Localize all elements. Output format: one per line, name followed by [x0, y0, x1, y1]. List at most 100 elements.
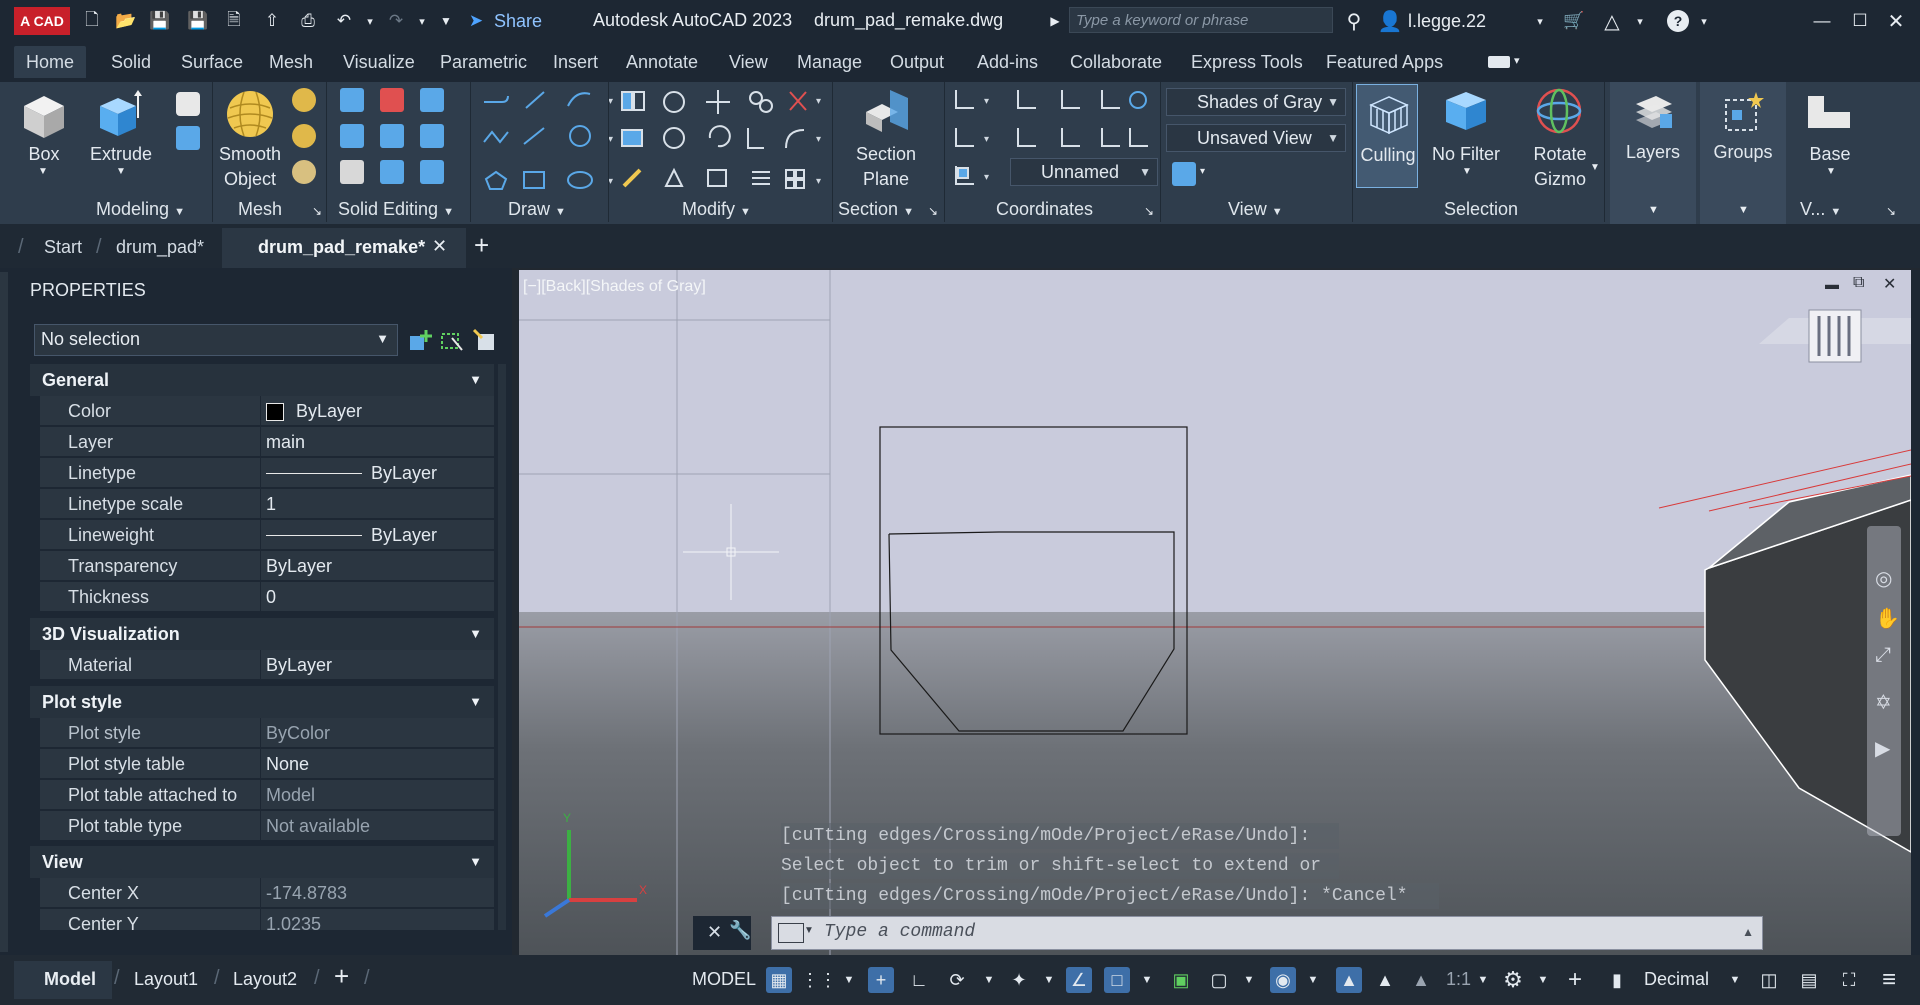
rotate-gizmo-button-line1[interactable]: Rotate [1520, 142, 1600, 166]
mesh-panel-launcher-icon[interactable]: ↘ [312, 204, 322, 218]
annotation-monitor-icon[interactable]: + [1562, 966, 1588, 993]
app-logo[interactable]: A CAD [14, 7, 70, 35]
isodraft-dropdown-icon[interactable]: ▼ [1036, 967, 1062, 993]
units-icon[interactable]: ▮ [1604, 967, 1630, 993]
base-button[interactable]: Base [1790, 142, 1870, 166]
isodraft-icon[interactable]: ✦ [1006, 967, 1032, 993]
panel-section[interactable]: Section ▼ [838, 199, 914, 220]
prop-row-color[interactable]: Color ByLayer [40, 396, 494, 426]
panel-coordinates[interactable]: Coordinates [996, 199, 1093, 220]
extract-edges-icon[interactable] [420, 88, 444, 112]
cart-icon[interactable]: 🛒 [1562, 9, 1586, 33]
smooth-object-button-line1[interactable]: Smooth [214, 142, 286, 166]
pan-hand-icon[interactable]: ✋ [1875, 606, 1900, 631]
command-history-toggle-icon[interactable]: ▲ [1742, 925, 1754, 939]
ribbon-minimize-icon[interactable] [1488, 56, 1510, 68]
grid-icon[interactable]: ▦ [766, 967, 792, 993]
workspace-gear-icon[interactable]: ⚙ [1500, 967, 1526, 993]
general-section-header[interactable]: General ▼ [30, 364, 494, 396]
recent-commands-dropdown-icon[interactable]: ▼ [804, 925, 814, 936]
showmotion-icon[interactable]: ▶ [1875, 736, 1890, 761]
ortho-icon[interactable]: ∟ [906, 967, 932, 993]
print-icon[interactable]: ⎙ [296, 9, 320, 33]
prop-row-plot-style-table[interactable]: Plot style table None [40, 749, 494, 779]
tab-mesh[interactable]: Mesh [269, 50, 313, 74]
model-tab[interactable]: Model [14, 961, 112, 999]
navigation-bar[interactable]: ◎ ✋ ⤢ ✡ ▶ [1867, 526, 1901, 836]
selection-cycling-dropdown-icon[interactable]: ▼ [1236, 967, 1262, 993]
zoom-extents-icon[interactable]: ⤢ [1875, 644, 1891, 667]
base-dropdown-icon[interactable]: ▼ [1826, 166, 1836, 177]
save-icon[interactable]: 💾 [148, 9, 172, 33]
tab-express-tools[interactable]: Express Tools [1191, 50, 1303, 74]
no-filter-button[interactable]: No Filter [1426, 142, 1506, 166]
object-snap-tracking-icon[interactable]: ∠ [1066, 967, 1092, 993]
tab-home[interactable]: Home [14, 46, 87, 78]
section-plane-button-line1[interactable]: Section [846, 142, 926, 166]
viewport-minimize-icon[interactable]: ▬ [1825, 276, 1839, 292]
gizmo-dropdown-icon[interactable]: ▼ [1590, 162, 1600, 173]
tab-add-ins[interactable]: Add-ins [977, 50, 1038, 74]
subtract-icon[interactable] [380, 88, 404, 112]
layers-panel[interactable]: Layers ▼ [1610, 82, 1696, 224]
viewport-close-icon[interactable]: ✕ [1883, 274, 1896, 294]
tab-collaborate[interactable]: Collaborate [1070, 50, 1162, 74]
object-snap-dropdown-icon[interactable]: ▼ [1134, 967, 1160, 993]
viewport-restore-icon[interactable]: ⧉ [1853, 274, 1864, 292]
prop-row-linetype-scale[interactable]: Linetype scale 1 [40, 489, 494, 519]
visualization-section-header[interactable]: 3D Visualization ▼ [30, 618, 494, 650]
prop-row-transparency[interactable]: Transparency ByLayer [40, 551, 494, 581]
section-plane-button-line2[interactable]: Plane [846, 167, 926, 191]
save-as-icon[interactable]: 💾 [186, 9, 210, 33]
active-file-tab[interactable]: drum_pad_remake* ✕ [222, 228, 466, 268]
snap-dropdown-icon[interactable]: ▼ [836, 967, 862, 993]
open-folder-icon[interactable]: 📂 [114, 9, 138, 33]
box-icon[interactable] [20, 92, 68, 140]
palette-scrollbar[interactable] [498, 364, 506, 930]
search-expand-icon[interactable]: ▶ [1043, 9, 1067, 33]
infer-constraints-icon[interactable]: + [868, 967, 894, 993]
close-icon[interactable]: ✕ [1884, 9, 1908, 33]
customize-toolbar-icon[interactable]: ▼ [434, 9, 458, 33]
prop-row-layer[interactable]: Layer main [40, 427, 494, 457]
panel-draw[interactable]: Draw ▼ [508, 199, 566, 220]
prop-row-plot-table-type[interactable]: Plot table type Not available [40, 811, 494, 841]
prop-row-center-x[interactable]: Center X -174.8783 [40, 878, 494, 908]
recent-commands-icon[interactable] [778, 923, 804, 943]
viewport-controls-label[interactable]: [−][Back][Shades of Gray] [523, 278, 706, 296]
tab-featured-apps[interactable]: Featured Apps [1326, 50, 1443, 74]
rotate-gizmo-button-line2[interactable]: Gizmo [1520, 167, 1600, 191]
search-input[interactable]: Type a keyword or phrase [1069, 7, 1333, 33]
view-panel-launcher-icon[interactable]: ↘ [1886, 204, 1896, 218]
plot-style-section-header[interactable]: Plot style ▼ [30, 686, 494, 718]
auto-scale-icon[interactable]: ▲ [1372, 967, 1398, 993]
visual-style-combo[interactable]: Shades of Gray ▼ [1166, 88, 1346, 116]
share-icon[interactable]: ➤ [464, 9, 488, 33]
autodesk-app-icon[interactable]: △ [1600, 9, 1624, 33]
mesh-box-icon[interactable] [292, 88, 316, 112]
units-dropdown-icon[interactable]: ▼ [1722, 967, 1748, 993]
named-view-combo[interactable]: Unsaved View ▼ [1166, 124, 1346, 152]
view-section-header[interactable]: View ▼ [30, 846, 494, 878]
start-tab[interactable]: Start [44, 234, 82, 260]
prop-row-center-y[interactable]: Center Y 1.0235 [40, 909, 494, 931]
annotation-visibility-icon[interactable]: ▲ [1336, 967, 1362, 993]
drum-pad-tab[interactable]: drum_pad* [116, 234, 204, 260]
publish-icon[interactable]: ⇧ [260, 9, 284, 33]
box-dropdown-icon[interactable]: ▼ [38, 166, 48, 177]
graphics-performance-icon[interactable]: ▤ [1796, 967, 1822, 993]
viewcube[interactable] [1809, 310, 1861, 362]
tab-surface[interactable]: Surface [181, 50, 243, 74]
section-panel-launcher-icon[interactable]: ↘ [928, 204, 938, 218]
redo-dropdown-icon[interactable]: ▾ [410, 9, 434, 33]
workspace-dropdown-icon[interactable]: ▼ [1530, 967, 1556, 993]
panel-mesh[interactable]: Mesh [238, 199, 282, 220]
user-icon[interactable]: 👤 [1378, 9, 1403, 33]
tab-visualize[interactable]: Visualize [343, 50, 415, 74]
ribbon-minimize-dropdown-icon[interactable]: ▾ [1514, 54, 1520, 67]
drawing-viewport[interactable]: Y X [−][Back][Shades of Gray] ▬ ⧉ ✕ ◎ ✋ … [519, 270, 1911, 955]
tab-manage[interactable]: Manage [797, 50, 862, 74]
transparency-icon[interactable]: ▣ [1168, 967, 1194, 993]
3d-snap-dropdown-icon[interactable]: ▼ [1300, 967, 1326, 993]
interfere-icon[interactable] [380, 124, 404, 148]
